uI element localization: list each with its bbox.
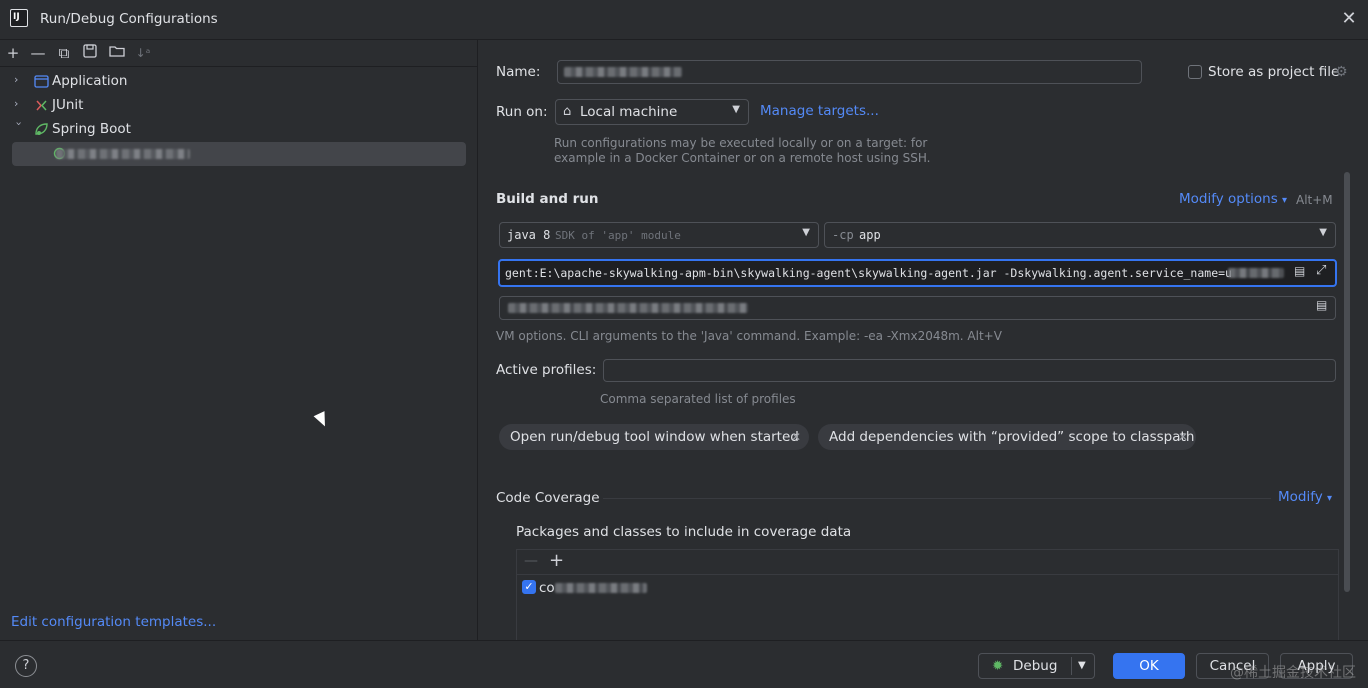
remove-icon[interactable]: — bbox=[524, 553, 538, 569]
divider bbox=[1071, 657, 1072, 675]
chip-label: Add dependencies with “provided” scope t… bbox=[829, 429, 1195, 445]
chevron-down-icon: ▼ bbox=[1319, 227, 1327, 238]
store-project-checkbox[interactable] bbox=[1188, 65, 1202, 79]
junit-icon bbox=[34, 98, 49, 113]
tree-item-spring-boot[interactable]: › Spring Boot bbox=[0, 118, 478, 142]
coverage-toolbar: — + bbox=[517, 550, 1338, 575]
chip-provided-scope[interactable]: Add dependencies with “provided” scope t… bbox=[818, 424, 1196, 450]
vm-options-hint: VM options. CLI arguments to the 'Java' … bbox=[496, 329, 1002, 343]
runon-select[interactable]: ⌂ Local machine ▼ bbox=[555, 99, 749, 125]
coverage-packages-label: Packages and classes to include in cover… bbox=[516, 524, 852, 540]
add-icon[interactable]: + bbox=[4, 44, 22, 62]
save-icon[interactable] bbox=[81, 44, 99, 62]
coverage-item-label: co bbox=[539, 580, 555, 596]
chevron-right-icon[interactable]: › bbox=[14, 97, 26, 110]
tree-item-label: JUnit bbox=[52, 97, 84, 113]
coverage-item-checkbox[interactable]: ✓ bbox=[522, 580, 536, 594]
coverage-modify-label: Modify bbox=[1278, 489, 1323, 505]
divider bbox=[603, 498, 1271, 499]
document-icon[interactable]: ▤ bbox=[1294, 264, 1305, 278]
help-button[interactable]: ? bbox=[15, 655, 37, 677]
jdk-value: java 8 bbox=[507, 228, 551, 242]
chevron-down-icon: ▾ bbox=[1327, 493, 1333, 504]
scrollbar[interactable] bbox=[1344, 172, 1350, 592]
sort-icon[interactable]: ↓ᵃ bbox=[134, 44, 152, 62]
coverage-packages-list: — + ✓ co bbox=[516, 549, 1339, 640]
application-icon bbox=[34, 74, 49, 89]
title-bar: IJ Run/Debug Configurations ✕ bbox=[0, 0, 1368, 40]
redacted-config-name bbox=[56, 149, 190, 159]
configurations-tree-panel: + — ⧉ ↓ᵃ › Application › JUnit › Spring … bbox=[0, 40, 478, 640]
active-profiles-hint: Comma separated list of profiles bbox=[600, 392, 796, 406]
vm-options-field[interactable]: gent:E:\apache-skywalking-apm-bin\skywal… bbox=[498, 259, 1337, 287]
coverage-modify-link[interactable]: Modify ▾ bbox=[1278, 489, 1332, 505]
name-label: Name: bbox=[496, 64, 541, 80]
program-args-field[interactable]: ▤ bbox=[499, 296, 1336, 320]
jdk-hint: SDK of 'app' module bbox=[555, 229, 681, 242]
active-profiles-field[interactable] bbox=[603, 359, 1336, 382]
gear-icon[interactable]: ⚙ bbox=[1335, 64, 1348, 80]
runon-value: Local machine bbox=[580, 104, 678, 120]
window-title: Run/Debug Configurations bbox=[40, 11, 218, 27]
intellij-logo-icon: IJ bbox=[10, 9, 28, 27]
manage-targets-link[interactable]: Manage targets... bbox=[760, 103, 879, 119]
runon-hint-line2: example in a Docker Container or on a re… bbox=[554, 151, 931, 165]
name-field[interactable] bbox=[557, 60, 1142, 84]
cp-value: app bbox=[859, 228, 881, 242]
close-icon[interactable]: ✕ bbox=[1340, 10, 1358, 28]
redacted-name bbox=[564, 67, 682, 77]
copy-icon[interactable]: ⧉ bbox=[55, 44, 73, 62]
active-profiles-label: Active profiles: bbox=[496, 362, 597, 378]
tree-item-label: Application bbox=[52, 73, 128, 89]
redacted-service-name bbox=[1228, 268, 1284, 278]
chevron-down-icon: ▾ bbox=[1282, 195, 1288, 206]
vm-options-value: gent:E:\apache-skywalking-apm-bin\skywal… bbox=[505, 266, 1232, 280]
jdk-select[interactable]: java 8 SDK of 'app' module ▼ bbox=[499, 222, 819, 248]
chevron-down-icon[interactable]: › bbox=[13, 122, 26, 134]
tree-item-label: Spring Boot bbox=[52, 121, 131, 137]
remove-icon[interactable]: — bbox=[29, 44, 47, 62]
tree-toolbar: + — ⧉ ↓ᵃ bbox=[0, 40, 478, 67]
add-icon[interactable]: + bbox=[549, 550, 564, 571]
debug-button[interactable]: ✹ Debug ▼ bbox=[978, 653, 1095, 679]
debug-label: Debug bbox=[1013, 658, 1058, 674]
modify-options-link[interactable]: Modify options ▾ bbox=[1179, 191, 1287, 207]
chevron-right-icon[interactable]: › bbox=[14, 73, 26, 86]
runon-label: Run on: bbox=[496, 104, 548, 120]
tree-item-junit[interactable]: › JUnit bbox=[0, 94, 478, 118]
document-icon[interactable]: ▤ bbox=[1316, 298, 1327, 312]
redacted-package bbox=[555, 583, 647, 593]
spring-boot-icon bbox=[34, 122, 49, 137]
expand-icon[interactable]: ⤢ bbox=[1316, 263, 1326, 278]
modify-options-shortcut: Alt+M bbox=[1296, 193, 1333, 207]
modify-options-label: Modify options bbox=[1179, 191, 1278, 207]
tree-item-application[interactable]: › Application bbox=[0, 70, 478, 94]
watermark: @稀土掘金技术社区 bbox=[1230, 665, 1356, 681]
runon-hint-line1: Run configurations may be executed local… bbox=[554, 136, 928, 150]
redacted-program-args bbox=[508, 303, 748, 313]
store-project-label: Store as project file bbox=[1208, 64, 1340, 80]
configuration-form: Name: Store as project file ⚙ Run on: ⌂ … bbox=[479, 40, 1368, 640]
cp-prefix: -cp bbox=[832, 228, 854, 242]
code-coverage-heading: Code Coverage bbox=[496, 490, 600, 506]
chevron-down-icon: ▼ bbox=[802, 227, 810, 238]
home-icon: ⌂ bbox=[563, 104, 572, 119]
ok-button[interactable]: OK bbox=[1113, 653, 1185, 679]
close-icon[interactable]: ✕ bbox=[791, 424, 801, 450]
chevron-down-icon: ▼ bbox=[732, 104, 740, 115]
chevron-down-icon[interactable]: ▼ bbox=[1078, 654, 1086, 678]
edit-templates-link[interactable]: Edit configuration templates... bbox=[11, 614, 216, 630]
classpath-select[interactable]: -cp app ▼ bbox=[824, 222, 1336, 248]
tree-item-spring-boot-config[interactable] bbox=[12, 142, 466, 166]
chip-label: Open run/debug tool window when started bbox=[510, 429, 799, 445]
chip-open-tool-window[interactable]: Open run/debug tool window when started … bbox=[499, 424, 809, 450]
dialog-footer: ? ✹ Debug ▼ OK Cancel Apply @稀土掘金技术社区 bbox=[0, 640, 1368, 688]
debug-icon: ✹ bbox=[992, 658, 1004, 674]
build-run-heading: Build and run bbox=[496, 191, 599, 207]
folder-icon[interactable] bbox=[108, 44, 126, 62]
close-icon[interactable]: ✕ bbox=[1178, 424, 1188, 450]
